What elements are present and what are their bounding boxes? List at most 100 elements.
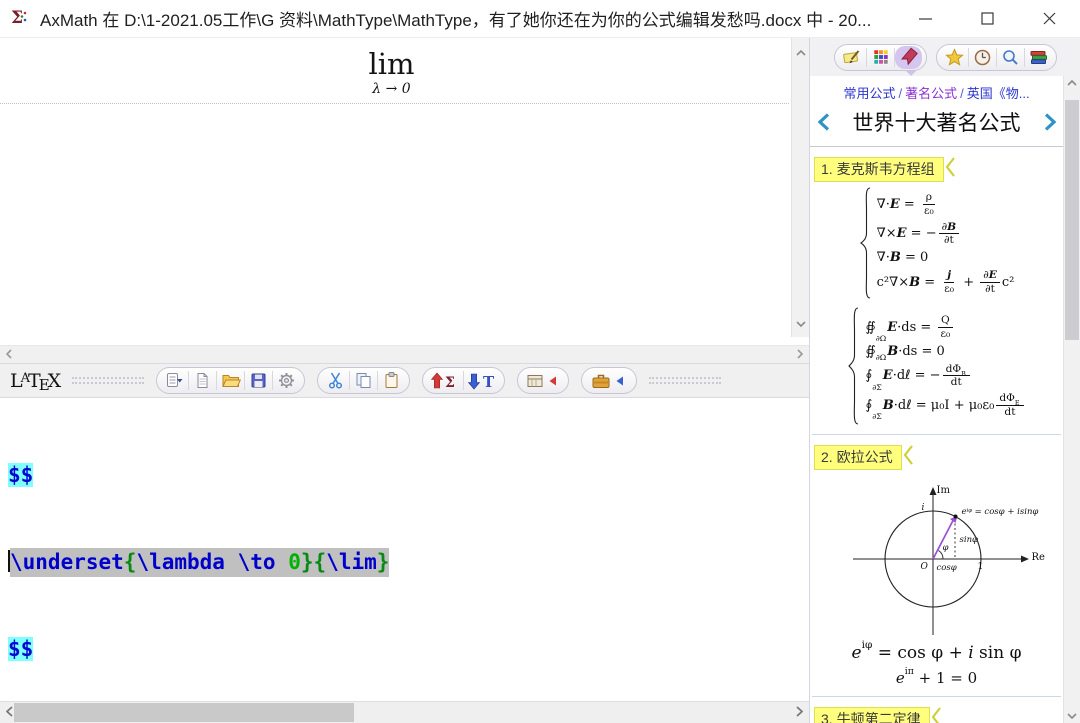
code-line-1[interactable]: $$ bbox=[8, 461, 809, 490]
latex-toolbar: L A T E X bbox=[0, 364, 809, 398]
latex-code-editor[interactable]: $$ \underset{\lambda \to 0}{\lim} $$ bbox=[0, 398, 809, 701]
section-2-header: 2. 欧拉公式 bbox=[814, 444, 1063, 471]
scroll-down-icon[interactable] bbox=[796, 314, 806, 332]
rendered-formula[interactable]: lim λ → 0 bbox=[0, 48, 783, 97]
preview-horizontal-scrollbar[interactable] bbox=[0, 345, 809, 364]
scroll-right-icon[interactable] bbox=[797, 346, 803, 364]
window-controls bbox=[894, 0, 1080, 37]
scroll-down-icon[interactable] bbox=[1064, 713, 1080, 719]
previous-page-chevron[interactable] bbox=[818, 113, 829, 131]
file-button-group bbox=[156, 367, 305, 394]
formula-preview-canvas[interactable]: lim λ → 0 bbox=[0, 38, 809, 345]
toolbox-toggle-button[interactable] bbox=[586, 369, 632, 392]
maxwell-int-eq-3[interactable]: ∮∂Σ E·dℓ = −dΦBdt bbox=[865, 363, 1025, 389]
app-logo-icon: Σ bbox=[10, 7, 32, 31]
latex-logo: L A T E X bbox=[10, 370, 60, 392]
maxwell-eq-1[interactable]: ∇·E = ρε₀ bbox=[877, 191, 1015, 217]
maxwell-int-eq-2[interactable]: ∯∂Ω B·ds = 0 bbox=[865, 344, 1025, 359]
maxwell-differential-system[interactable]: ∇·E = ρε₀ ∇×E = −∂B∂t ∇·B = 0 c²∇×B = jε… bbox=[810, 187, 1063, 299]
scroll-left-icon[interactable] bbox=[6, 704, 13, 722]
tag-chevron-icon bbox=[945, 156, 956, 183]
code-line-3[interactable]: $$ bbox=[8, 635, 809, 664]
breadcrumb: 常用公式/著名公式/英国《物... bbox=[810, 83, 1063, 102]
svg-text:Σ: Σ bbox=[445, 375, 455, 391]
scroll-left-icon[interactable] bbox=[6, 346, 12, 364]
formula-library-sidebar: 常用公式/著名公式/英国《物... 世界十大著名公式 1. 麦克斯韦方程组 bbox=[810, 38, 1080, 723]
transfer-button-group: Σ T bbox=[422, 367, 505, 394]
next-page-chevron[interactable] bbox=[1045, 113, 1056, 131]
page-guide-dotted-line bbox=[0, 103, 789, 104]
euler-point-label: eiφ = cosφ + isinφ bbox=[962, 507, 1039, 517]
title-bar: Σ AxMath 在 D:\1-2021.05工作\G 资料\MathType\… bbox=[0, 0, 1080, 38]
sidebar-vertical-scrollbar[interactable] bbox=[1063, 76, 1080, 723]
euler-identity[interactable]: eiπ + 1 = 0 bbox=[810, 669, 1063, 687]
tag-chevron-icon bbox=[903, 444, 914, 471]
scroll-right-icon[interactable] bbox=[796, 704, 803, 722]
menu-dropdown-button[interactable] bbox=[161, 369, 188, 392]
maxwell-eq-2[interactable]: ∇×E = −∂B∂t bbox=[877, 221, 1015, 247]
save-button[interactable] bbox=[245, 369, 272, 392]
horizontal-scrollbar-thumb[interactable] bbox=[14, 703, 354, 722]
scroll-up-icon[interactable] bbox=[1064, 80, 1080, 86]
close-button[interactable] bbox=[1018, 0, 1080, 37]
new-document-button[interactable] bbox=[189, 369, 216, 392]
window-title: AxMath 在 D:\1-2021.05工作\G 资料\MathType\Ma… bbox=[40, 6, 894, 31]
search-tab[interactable] bbox=[997, 46, 1024, 69]
insert-text-down-button[interactable]: T bbox=[464, 369, 500, 392]
euler-unit-circle-diagram[interactable]: Im Re i 1 O φ cosφ sinφ eiφ = cosφ + isi… bbox=[817, 475, 1057, 637]
svg-text:T: T bbox=[483, 373, 495, 391]
maxwell-int-eq-4[interactable]: ∮∂Σ B·dℓ = μ₀I + μ₀ε₀dΦEdt bbox=[865, 392, 1025, 418]
axis-label-im: Im bbox=[937, 485, 950, 496]
library-books-tab[interactable] bbox=[1025, 46, 1052, 69]
left-brace bbox=[847, 307, 860, 425]
recent-clock-tab[interactable] bbox=[969, 46, 996, 69]
breadcrumb-link-common[interactable]: 常用公式 bbox=[843, 86, 895, 101]
send-formula-up-button[interactable]: Σ bbox=[427, 369, 463, 392]
category-title-row: 世界十大著名公式 bbox=[810, 107, 1063, 147]
editor-column: lim λ → 0 L A T E bbox=[0, 38, 810, 723]
bookmarks-tab-selected[interactable] bbox=[895, 46, 922, 69]
sidebar-input-tab-group bbox=[834, 44, 927, 71]
symbol-grid-tab[interactable] bbox=[867, 46, 894, 69]
cut-scissors-icon[interactable] bbox=[322, 369, 349, 392]
euler-formula[interactable]: eiφ = cos φ + i sin φ bbox=[810, 643, 1063, 663]
section-2-tag: 2. 欧拉公式 bbox=[814, 445, 902, 470]
maxwell-int-eq-1[interactable]: ∯∂Ω E·ds = Qε₀ bbox=[865, 314, 1025, 340]
breadcrumb-link-uk[interactable]: 英国《物... bbox=[967, 86, 1030, 101]
sidebar-tab-bar bbox=[810, 38, 1080, 76]
breadcrumb-link-famous[interactable]: 著名公式 bbox=[905, 86, 957, 101]
clipboard-button-group bbox=[317, 367, 410, 394]
sidebar-browse-tab-group bbox=[936, 44, 1057, 71]
scroll-up-icon[interactable] bbox=[796, 43, 806, 61]
section-1-header: 1. 麦克斯韦方程组 bbox=[814, 156, 1063, 183]
toolbar-grip-dots bbox=[72, 377, 144, 384]
formula-lim: lim bbox=[0, 48, 783, 80]
maxwell-eq-3[interactable]: ∇·B = 0 bbox=[877, 250, 1015, 265]
code-line-2[interactable]: \underset{\lambda \to 0}{\lim} bbox=[8, 548, 809, 577]
maxwell-eq-4[interactable]: c²∇×B = jε₀ + ∂E∂tc² bbox=[877, 269, 1015, 295]
favorites-star-tab[interactable] bbox=[941, 46, 968, 69]
minimize-button[interactable] bbox=[894, 0, 956, 37]
preview-vertical-scrollbar[interactable] bbox=[791, 38, 809, 337]
cos-phi-label: cosφ bbox=[937, 563, 957, 573]
symbol-panel-group bbox=[517, 367, 569, 394]
handwriting-input-tab[interactable] bbox=[839, 46, 866, 69]
section-3-header: 3. 牛顿第二定律 bbox=[814, 706, 1063, 723]
symbol-panel-toggle-button[interactable] bbox=[522, 369, 564, 392]
maximize-button[interactable] bbox=[956, 0, 1018, 37]
unit-i-label: i bbox=[922, 503, 925, 513]
formula-lim-subscript: λ → 0 bbox=[0, 81, 783, 97]
copy-button[interactable] bbox=[350, 369, 377, 392]
code-horizontal-scrollbar[interactable] bbox=[0, 701, 809, 723]
settings-gear-icon[interactable] bbox=[273, 369, 300, 392]
category-title: 世界十大著名公式 bbox=[853, 107, 1021, 137]
sidebar-scrollbar-thumb[interactable] bbox=[1065, 100, 1079, 340]
open-folder-button[interactable] bbox=[217, 369, 244, 392]
selected-code: \underset{\lambda \to 0}{\lim} bbox=[10, 548, 389, 577]
paste-clipboard-button[interactable] bbox=[378, 369, 405, 392]
origin-label: O bbox=[921, 562, 928, 572]
formula-library-content: 常用公式/著名公式/英国《物... 世界十大著名公式 1. 麦克斯韦方程组 bbox=[810, 76, 1080, 723]
sin-phi-label: sinφ bbox=[960, 535, 979, 545]
maxwell-integral-system[interactable]: ∯∂Ω E·ds = Qε₀ ∯∂Ω B·ds = 0 ∮∂Σ E·dℓ = −… bbox=[810, 307, 1063, 425]
section-divider bbox=[812, 434, 1061, 435]
